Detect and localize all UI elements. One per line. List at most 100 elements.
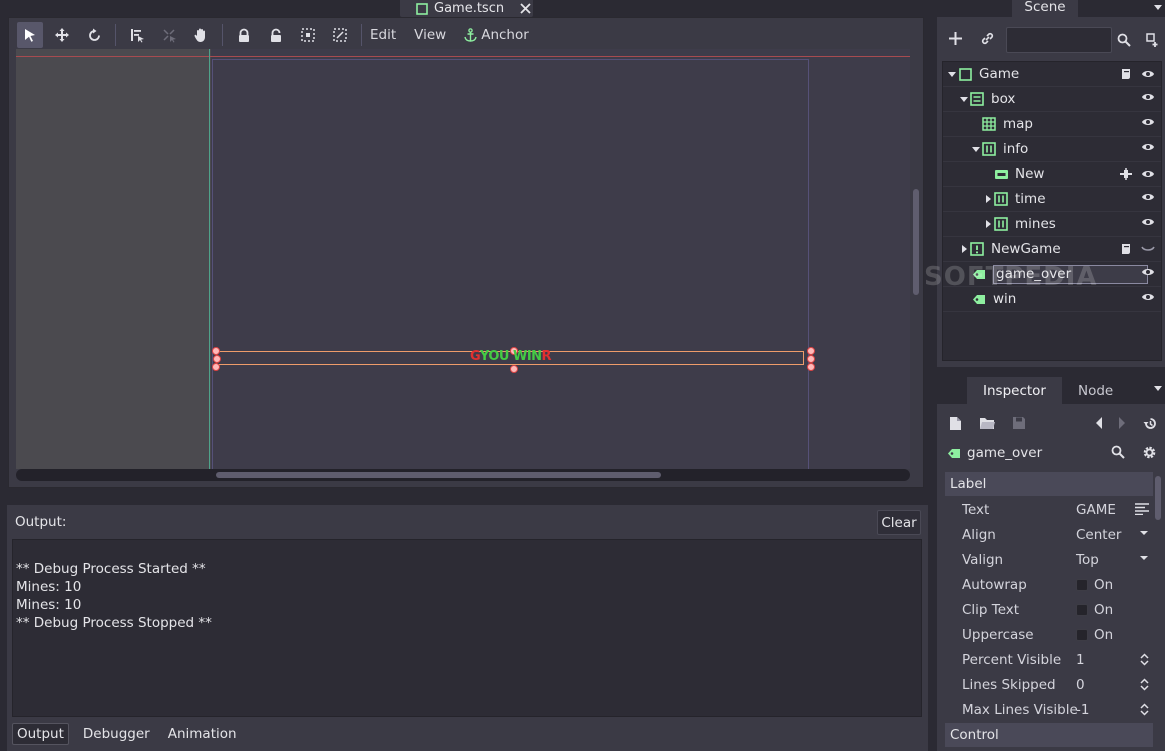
property-uppercase[interactable]: Uppercase On xyxy=(945,622,1153,647)
open-folder-icon[interactable] xyxy=(979,417,996,430)
group-button[interactable] xyxy=(295,22,321,48)
spinner-arrows-icon[interactable] xyxy=(1140,703,1149,716)
visibility-eye-icon[interactable] xyxy=(1141,142,1155,152)
instance-scene-button[interactable] xyxy=(980,31,995,46)
resize-handle[interactable] xyxy=(213,355,221,363)
clip-text-checkbox[interactable] xyxy=(1076,603,1088,616)
visibility-eye-icon[interactable] xyxy=(1141,192,1155,202)
property-value[interactable]: 0 xyxy=(1076,677,1085,693)
resize-handle[interactable] xyxy=(807,363,815,371)
visibility-eye-icon[interactable] xyxy=(1141,267,1155,277)
scroll-thumb[interactable] xyxy=(1155,476,1161,520)
section-label[interactable]: Label xyxy=(945,472,1153,496)
property-value[interactable]: -1 xyxy=(1076,702,1089,718)
script-icon[interactable] xyxy=(1119,242,1133,256)
property-clip-text[interactable]: Clip Text On xyxy=(945,597,1153,622)
property-value[interactable]: GAME xyxy=(1076,502,1116,518)
autowrap-checkbox[interactable] xyxy=(1076,578,1088,591)
inspector-scrollbar[interactable] xyxy=(1153,476,1163,751)
visibility-eye-icon[interactable] xyxy=(1141,217,1155,227)
document-tab-game[interactable]: Game.tscn xyxy=(400,0,533,17)
resize-handle[interactable] xyxy=(212,363,220,371)
history-forward-icon[interactable] xyxy=(1118,416,1126,430)
select-mode-button[interactable] xyxy=(17,22,43,48)
tab-scene[interactable]: Scene xyxy=(1012,0,1078,17)
property-value[interactable]: Top xyxy=(1076,552,1099,568)
visibility-eye-icon[interactable] xyxy=(1141,69,1155,79)
close-icon[interactable] xyxy=(520,3,531,14)
collapsed-arrow-icon[interactable] xyxy=(983,195,993,203)
dock-menu-icon[interactable] xyxy=(1153,385,1163,393)
resize-handle[interactable] xyxy=(510,365,518,373)
tree-item-map[interactable]: map xyxy=(943,112,1161,137)
tree-item-info[interactable]: info xyxy=(943,137,1161,162)
unlock-button[interactable] xyxy=(263,22,289,48)
resize-handle[interactable] xyxy=(807,347,815,355)
tree-item-mines[interactable]: mines xyxy=(943,212,1161,237)
hidden-eye-icon[interactable] xyxy=(1141,244,1155,254)
list-select-button[interactable] xyxy=(124,22,150,48)
tree-item-new[interactable]: New xyxy=(943,162,1161,187)
add-node-button[interactable] xyxy=(948,31,963,46)
history-back-icon[interactable] xyxy=(1095,416,1103,430)
lock-button[interactable] xyxy=(231,22,257,48)
property-max-lines-visible[interactable]: Max Lines Visible -1 xyxy=(945,697,1153,722)
scene-filter-input[interactable] xyxy=(1006,27,1112,53)
tab-output[interactable]: Output xyxy=(12,723,69,745)
spinner-arrows-icon[interactable] xyxy=(1140,653,1149,666)
history-icon[interactable] xyxy=(1143,416,1158,431)
ungroup-button[interactable] xyxy=(327,22,353,48)
view-menu[interactable]: View xyxy=(414,27,446,43)
canvas-viewport[interactable]: GYOU WINR xyxy=(16,49,910,469)
dock-menu-icon[interactable] xyxy=(1153,4,1163,12)
search-icon[interactable] xyxy=(1111,445,1125,459)
attach-script-icon[interactable] xyxy=(1144,32,1160,48)
tree-item-time[interactable]: time xyxy=(943,187,1161,212)
scroll-thumb[interactable] xyxy=(216,472,661,478)
pan-mode-button[interactable] xyxy=(188,22,214,48)
collapsed-arrow-icon[interactable] xyxy=(959,245,969,253)
uppercase-checkbox[interactable] xyxy=(1076,628,1088,641)
property-text[interactable]: Text GAME xyxy=(945,497,1153,522)
anchor-menu[interactable]: Anchor xyxy=(464,27,529,43)
vertical-scrollbar[interactable] xyxy=(910,49,923,469)
save-icon[interactable] xyxy=(1012,416,1026,430)
tab-node[interactable]: Node xyxy=(1062,377,1129,404)
rotate-mode-button[interactable] xyxy=(81,22,107,48)
resize-handle[interactable] xyxy=(807,355,815,363)
tree-item-newgame[interactable]: NewGame xyxy=(943,237,1161,262)
clear-button[interactable]: Clear xyxy=(877,510,921,535)
script-icon[interactable] xyxy=(1119,67,1133,81)
scroll-thumb[interactable] xyxy=(913,189,919,295)
output-log[interactable]: ** Debug Process Started ** Mines: 10 Mi… xyxy=(12,539,922,717)
search-icon[interactable] xyxy=(1117,33,1131,47)
visibility-eye-icon[interactable] xyxy=(1141,92,1155,102)
tab-debugger[interactable]: Debugger xyxy=(79,723,154,745)
spinner-arrows-icon[interactable] xyxy=(1140,678,1149,691)
expand-arrow-icon[interactable] xyxy=(971,145,981,153)
property-value[interactable]: 1 xyxy=(1076,652,1085,668)
edit-menu[interactable]: Edit xyxy=(370,27,396,43)
tree-item-game[interactable]: Game xyxy=(943,62,1161,87)
section-control[interactable]: Control xyxy=(945,723,1153,747)
signal-connection-icon[interactable] xyxy=(1119,167,1133,181)
tab-animation[interactable]: Animation xyxy=(164,723,241,745)
expand-arrow-icon[interactable] xyxy=(947,70,957,78)
multiline-edit-icon[interactable] xyxy=(1135,503,1149,515)
tab-inspector[interactable]: Inspector xyxy=(967,377,1062,404)
visibility-eye-icon[interactable] xyxy=(1141,117,1155,127)
property-value[interactable]: Center xyxy=(1076,527,1121,543)
pivot-button[interactable] xyxy=(156,22,182,48)
property-align[interactable]: Align Center xyxy=(945,522,1153,547)
property-valign[interactable]: Valign Top xyxy=(945,547,1153,572)
dropdown-arrow-icon[interactable] xyxy=(1139,528,1149,538)
property-percent-visible[interactable]: Percent Visible 1 xyxy=(945,647,1153,672)
visibility-eye-icon[interactable] xyxy=(1141,169,1155,179)
gear-icon[interactable] xyxy=(1142,445,1157,460)
tree-item-box[interactable]: box xyxy=(943,87,1161,112)
collapsed-arrow-icon[interactable] xyxy=(983,220,993,228)
property-autowrap[interactable]: Autowrap On xyxy=(945,572,1153,597)
expand-arrow-icon[interactable] xyxy=(959,95,969,103)
horizontal-scrollbar[interactable] xyxy=(16,469,910,481)
property-lines-skipped[interactable]: Lines Skipped 0 xyxy=(945,672,1153,697)
